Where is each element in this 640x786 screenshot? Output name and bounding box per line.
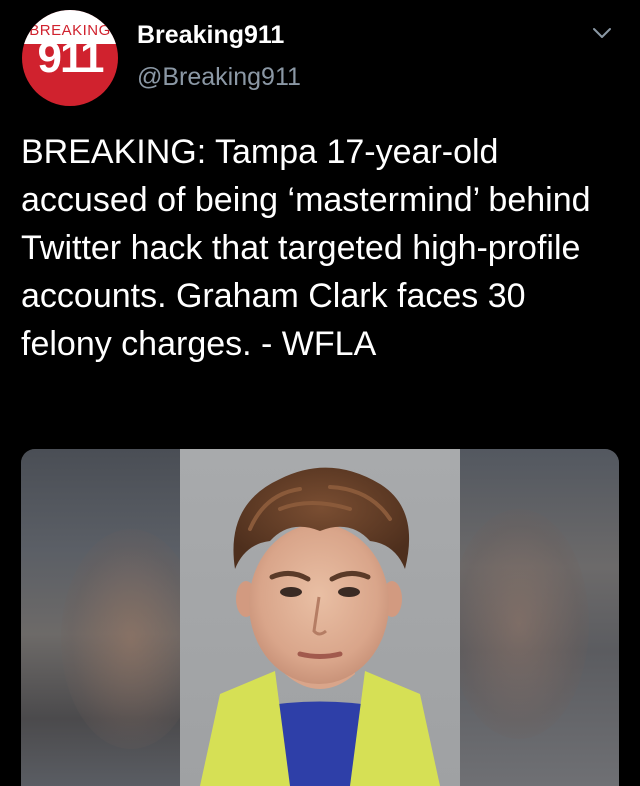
tweet: BREAKING 911 Breaking911 @Breaking911 BR… [0, 0, 640, 786]
avatar[interactable]: BREAKING 911 [22, 10, 118, 106]
display-name[interactable]: Breaking911 [137, 20, 284, 50]
user-handle[interactable]: @Breaking911 [137, 62, 301, 92]
media-blur-right [449, 449, 619, 786]
tweet-text: BREAKING: Tampa 17-year-old accused of b… [21, 133, 591, 363]
chevron-down-icon[interactable] [590, 24, 614, 44]
mugshot-photo [180, 449, 460, 786]
blurred-face-right [449, 509, 589, 739]
mugshot-illustration [180, 449, 460, 786]
tweet-media[interactable] [21, 449, 619, 786]
avatar-number: 911 [37, 33, 105, 82]
media-blur-left [21, 449, 201, 786]
